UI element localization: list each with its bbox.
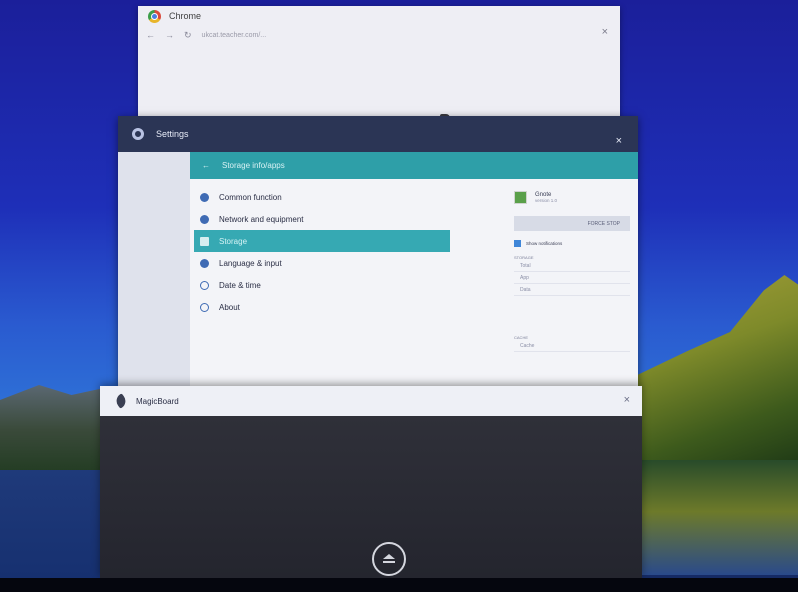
storage-row-app: App — [514, 272, 630, 284]
forward-arrow-icon[interactable]: → — [165, 30, 174, 40]
wifi-icon — [200, 214, 209, 224]
clock-icon — [200, 280, 209, 290]
show-notifications-checkbox[interactable]: Show notifications — [514, 236, 630, 250]
back-arrow-icon[interactable]: ← — [146, 30, 155, 40]
menu-item-label: About — [219, 302, 240, 312]
menu-item-language[interactable]: Language & input — [194, 252, 450, 274]
storage-icon — [200, 236, 209, 246]
magicboard-titlebar: MagicBoard × — [100, 386, 642, 416]
menu-item-label: Storage — [219, 236, 248, 246]
cache-row: Cache — [514, 340, 630, 352]
force-stop-button[interactable]: FORCE STOP — [514, 216, 630, 231]
menu-item-storage[interactable]: Storage — [194, 230, 450, 252]
globe-icon — [200, 258, 209, 268]
menu-item-label: Common function — [219, 192, 282, 202]
menu-item-date-time[interactable]: Date & time — [194, 274, 450, 296]
back-arrow-icon[interactable]: ← — [202, 161, 210, 170]
app-detail-panel: Gnote version 1.0 FORCE STOP Show notifi… — [514, 186, 630, 352]
settings-left-gutter — [118, 152, 190, 386]
home-button[interactable] — [372, 542, 406, 576]
settings-page-title: Storage info/apps — [222, 161, 285, 170]
lake-left — [0, 470, 110, 580]
info-icon — [200, 302, 209, 312]
settings-app-bar: ← Storage info/apps — [190, 152, 638, 179]
storage-row-total: Total — [514, 260, 630, 272]
lake-right — [633, 460, 798, 575]
app-header: Gnote version 1.0 — [514, 186, 630, 208]
settings-menu: Common function Network and equipment St… — [194, 186, 450, 318]
app-version: version 1.0 — [535, 197, 558, 203]
show-notifications-label: Show notifications — [526, 240, 563, 246]
settings-app-card[interactable]: Settings × ← Storage info/apps Common fu… — [118, 116, 638, 386]
address-bar[interactable]: ukcat.teacher.com/... — [202, 32, 267, 39]
magicboard-app-card[interactable]: MagicBoard × — [100, 386, 642, 578]
eject-icon — [383, 554, 395, 564]
menu-item-label: Network and equipment — [219, 214, 304, 224]
menu-item-label: Date & time — [219, 280, 261, 290]
feather-icon — [113, 393, 129, 409]
checkbox-checked-icon — [514, 239, 521, 247]
app-icon — [514, 190, 527, 204]
chrome-close-icon[interactable]: × — [602, 26, 608, 38]
settings-close-icon[interactable]: × — [616, 135, 622, 147]
storage-row-data: Data — [514, 284, 630, 296]
menu-item-about[interactable]: About — [194, 296, 450, 318]
gear-icon — [132, 128, 144, 140]
settings-content: ← Storage info/apps Common function Netw… — [190, 152, 638, 386]
magicboard-title: MagicBoard — [136, 396, 179, 406]
magicboard-preview — [100, 416, 642, 578]
menu-item-label: Language & input — [219, 258, 282, 268]
screen-bottom-bezel — [0, 578, 798, 592]
chrome-title: Chrome — [169, 11, 202, 21]
chrome-toolbar: ← → ↻ ukcat.teacher.com/... — [138, 26, 620, 44]
menu-item-common-function[interactable]: Common function — [194, 186, 450, 208]
menu-item-network[interactable]: Network and equipment — [194, 208, 450, 230]
settings-title: Settings — [156, 129, 189, 139]
chrome-titlebar: Chrome — [138, 6, 620, 26]
magicboard-close-icon[interactable]: × — [624, 394, 630, 406]
gear-icon — [200, 192, 209, 202]
reload-icon[interactable]: ↻ — [184, 30, 192, 41]
chrome-logo-icon — [148, 9, 161, 23]
settings-titlebar: Settings × — [118, 116, 638, 152]
